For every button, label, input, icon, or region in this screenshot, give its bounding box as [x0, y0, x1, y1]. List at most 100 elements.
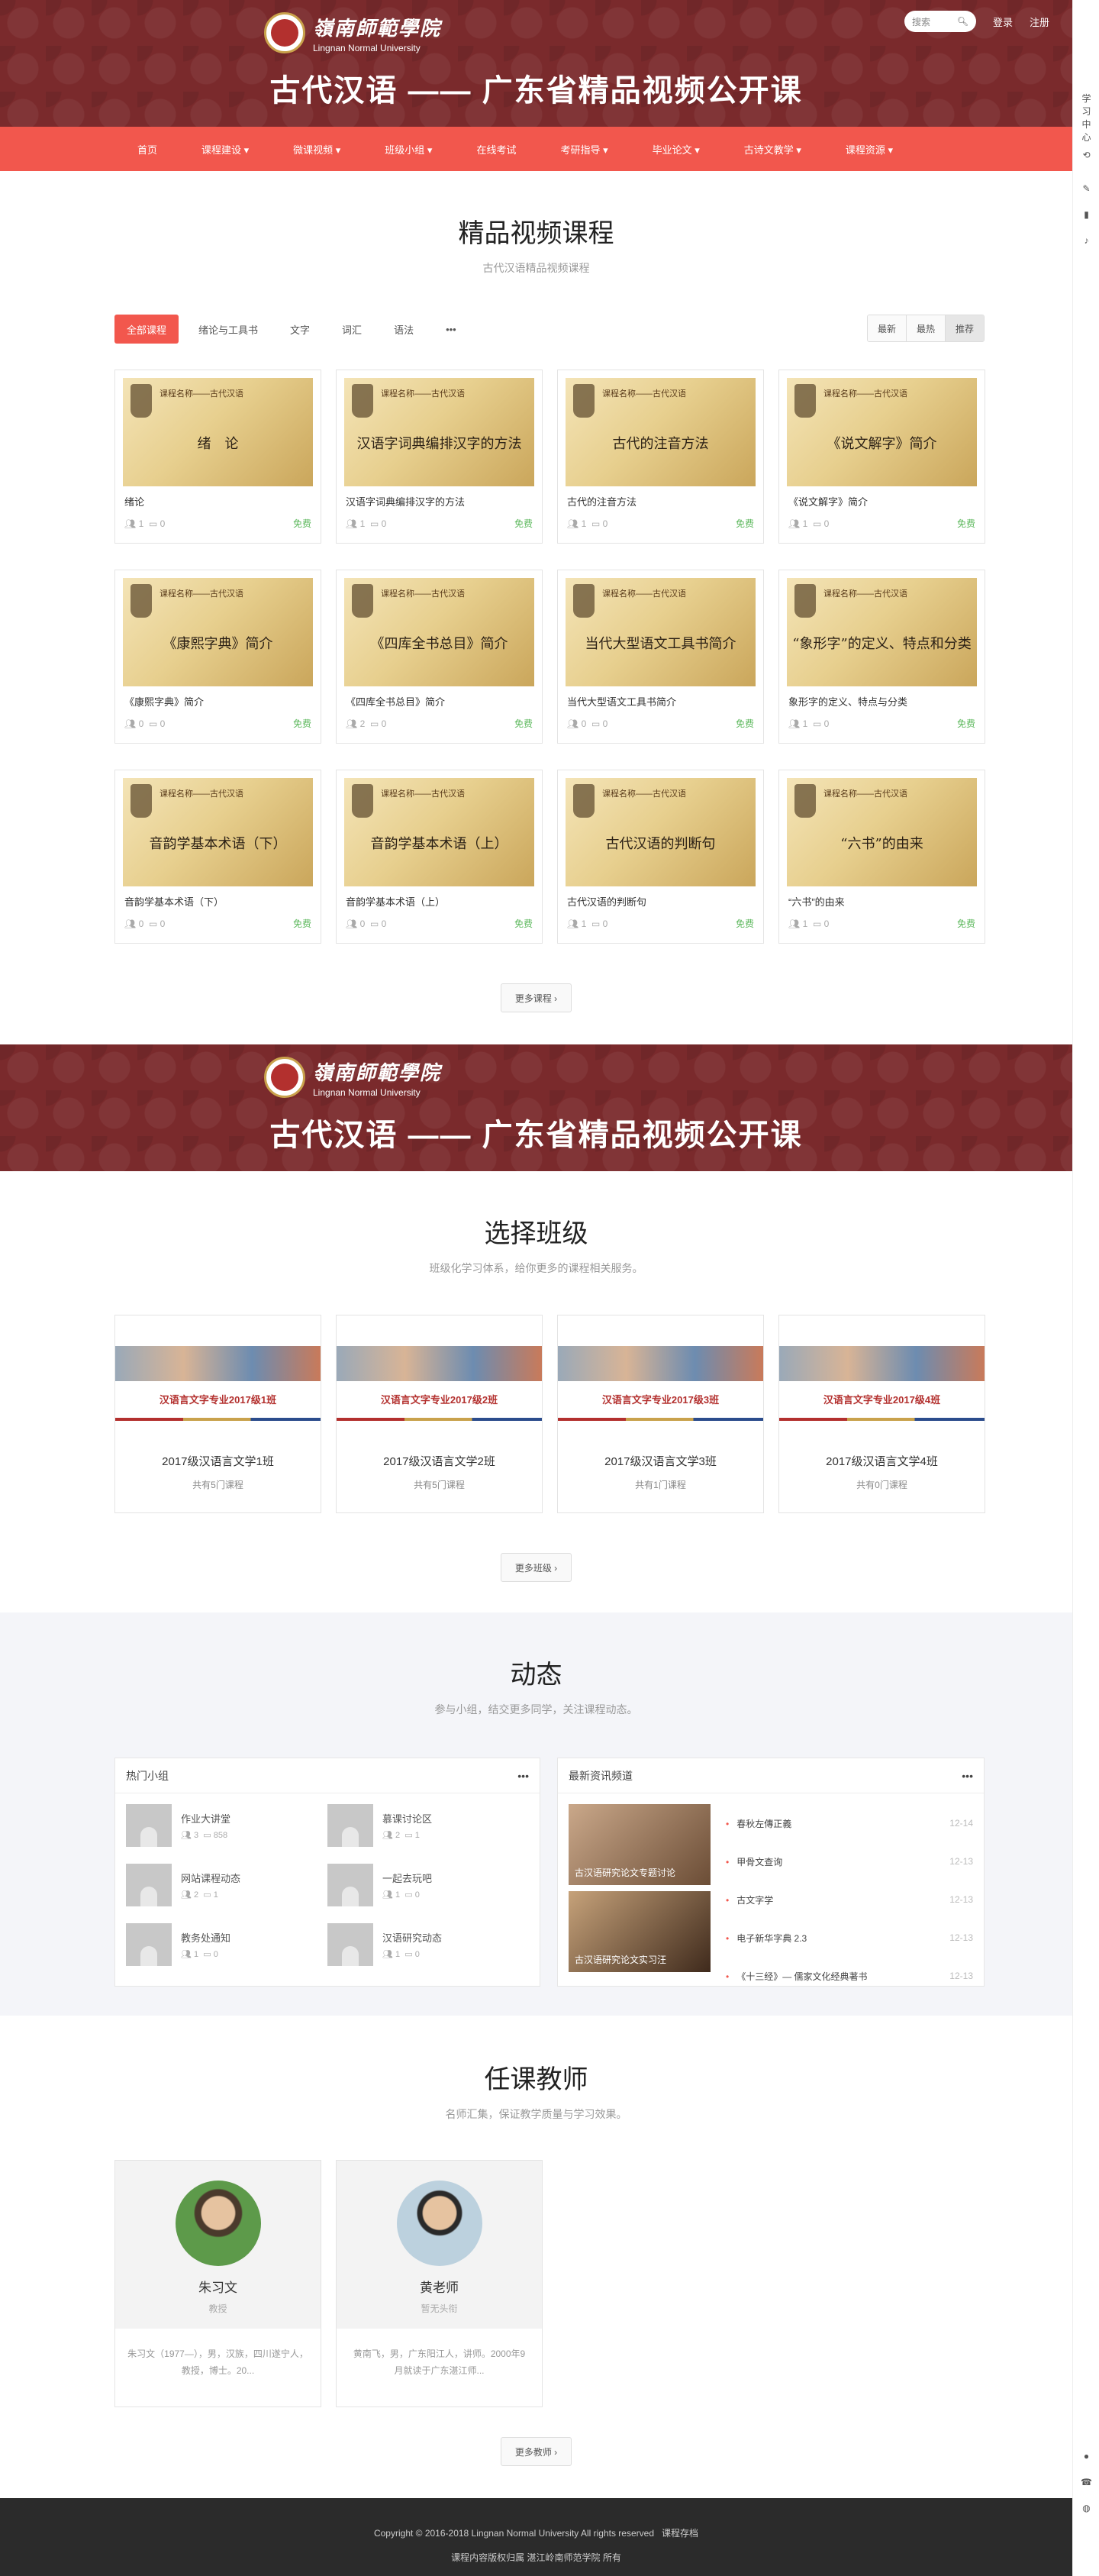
news-title[interactable]: 古文字学: [726, 1893, 773, 1906]
news-item[interactable]: 电子新华字典 2.3 12-13: [726, 1919, 973, 1957]
course-card[interactable]: 课程名称——古代汉语 古代汉语的判断句 古代汉语的判断句 👥︎ 1 ▭ 0 免费: [557, 770, 764, 944]
group-name[interactable]: 一起去玩吧: [382, 1871, 432, 1885]
course-thumbnail[interactable]: 课程名称——古代汉语 《四库全书总目》简介: [344, 578, 534, 686]
search-input[interactable]: 搜索 🔍︎: [904, 11, 976, 32]
sidebar-study-label[interactable]: 习: [1073, 105, 1099, 118]
course-card[interactable]: 课程名称——古代汉语 《康熙字典》简介 《康熙字典》简介 👥︎ 0 ▭ 0 免费: [114, 570, 321, 744]
nav-micro-video[interactable]: 微课视频 ▾: [293, 142, 340, 157]
history-icon[interactable]: ⟲: [1073, 150, 1099, 160]
course-card[interactable]: 课程名称——古代汉语 《说文解字》简介 《说文解字》简介 👥︎ 1 ▭ 0 免费: [778, 370, 985, 544]
class-card[interactable]: 汉语言文字专业2017级1班 2017级汉语言文学1班 共有5门课程: [114, 1315, 321, 1513]
class-name[interactable]: 2017级汉语言文学4班: [779, 1453, 985, 1469]
teacher-card[interactable]: 黄老师 暂无头衔 黄南飞，男，广东阳江人，讲师。2000年9月就读于广东湛江师...: [336, 2160, 543, 2407]
filter-grammar[interactable]: 语法: [382, 315, 426, 344]
nav-poetry-teaching[interactable]: 古诗文教学 ▾: [744, 142, 801, 157]
course-name[interactable]: 音韵学基本术语（下）: [115, 894, 321, 908]
more-icon[interactable]: •••: [517, 1770, 529, 1782]
news-image[interactable]: 古汉语研究论文专题讨论: [569, 1804, 711, 1885]
course-card[interactable]: 课程名称——古代汉语 “六书”的由来 “六书”的由来 👥︎ 1 ▭ 0 免费: [778, 770, 985, 944]
search-icon[interactable]: 🔍︎: [957, 16, 968, 27]
teacher-name[interactable]: 黄老师: [337, 2277, 542, 2296]
news-item[interactable]: 《十三经》— 儒家文化经典著书 12-13: [726, 1957, 973, 1995]
course-thumbnail[interactable]: 课程名称——古代汉语 古代的注音方法: [566, 378, 756, 486]
course-thumbnail[interactable]: 课程名称——古代汉语 《说文解字》简介: [787, 378, 977, 486]
more-courses-button[interactable]: 更多课程 ›: [500, 983, 572, 1012]
news-title[interactable]: 电子新华字典 2.3: [726, 1932, 807, 1945]
register-link[interactable]: 注册: [1030, 15, 1049, 29]
class-image[interactable]: 汉语言文字专业2017级1班: [115, 1315, 321, 1441]
course-thumbnail[interactable]: 课程名称——古代汉语 “六书”的由来: [787, 778, 977, 886]
sidebar-study-label[interactable]: 学: [1073, 92, 1099, 105]
group-item[interactable]: 网站课程动态 👥︎ 2 ▭ 1: [126, 1864, 327, 1906]
group-item[interactable]: 慕课讨论区 👥︎ 2 ▭ 1: [327, 1804, 529, 1847]
course-name[interactable]: 当代大型语文工具书简介: [558, 694, 763, 708]
course-thumbnail[interactable]: 课程名称——古代汉语 “象形字”的定义、特点和分类: [787, 578, 977, 686]
phone-icon[interactable]: ☎: [1073, 2477, 1099, 2487]
course-name[interactable]: 《说文解字》简介: [779, 494, 985, 508]
news-title[interactable]: 甲骨文查询: [726, 1855, 782, 1868]
group-item[interactable]: 汉语研究动态 👥︎ 1 ▭ 0: [327, 1923, 529, 1966]
school-logo[interactable]: 嶺南師範學院 Lingnan Normal University: [264, 12, 441, 53]
course-card[interactable]: 课程名称——古代汉语 古代的注音方法 古代的注音方法 👥︎ 1 ▭ 0 免费: [557, 370, 764, 544]
course-card[interactable]: 课程名称——古代汉语 “象形字”的定义、特点和分类 象形字的定义、特点与分类 👥︎…: [778, 570, 985, 744]
course-name[interactable]: 音韵学基本术语（上）: [337, 894, 542, 908]
nav-resources[interactable]: 课程资源 ▾: [846, 142, 893, 157]
course-card[interactable]: 课程名称——古代汉语绪 论 绪论 👥︎ 1 ▭ 0 免费: [114, 370, 321, 544]
class-image[interactable]: 汉语言文字专业2017级2班: [337, 1315, 542, 1441]
class-name[interactable]: 2017级汉语言文学3班: [558, 1453, 763, 1469]
class-name[interactable]: 2017级汉语言文学2班: [337, 1453, 542, 1469]
nav-class-group[interactable]: 班级小组 ▾: [385, 142, 432, 157]
bell-icon[interactable]: ♪: [1073, 235, 1099, 246]
support-icon[interactable]: ●: [1073, 2451, 1099, 2461]
course-card[interactable]: 课程名称——古代汉语 《四库全书总目》简介 《四库全书总目》简介 👥︎ 2 ▭ 0…: [336, 570, 543, 744]
nav-postgrad[interactable]: 考研指导 ▾: [560, 142, 608, 157]
group-name[interactable]: 作业大讲堂: [181, 1811, 230, 1825]
more-teachers-button[interactable]: 更多教师 ›: [500, 2437, 572, 2466]
course-thumbnail[interactable]: 课程名称——古代汉语 汉语字词典编排汉字的方法: [344, 378, 534, 486]
course-thumbnail[interactable]: 课程名称——古代汉语 古代汉语的判断句: [566, 778, 756, 886]
course-card[interactable]: 课程名称——古代汉语 音韵学基本术语（下） 音韵学基本术语（下） 👥︎ 0 ▭ 0…: [114, 770, 321, 944]
course-card[interactable]: 课程名称——古代汉语 音韵学基本术语（上） 音韵学基本术语（上） 👥︎ 0 ▭ 0…: [336, 770, 543, 944]
filter-characters[interactable]: 文字: [278, 315, 322, 344]
course-name[interactable]: 汉语字词典编排汉字的方法: [337, 494, 542, 508]
login-link[interactable]: 登录: [993, 15, 1013, 29]
group-name[interactable]: 慕课讨论区: [382, 1811, 432, 1825]
nav-online-exam[interactable]: 在线考试: [476, 142, 516, 157]
pencil-icon[interactable]: ✎: [1073, 183, 1099, 194]
news-title[interactable]: 《十三经》— 儒家文化经典著书: [726, 1970, 867, 1983]
nav-home[interactable]: 首页: [137, 142, 157, 157]
more-classes-button[interactable]: 更多班级 ›: [500, 1553, 572, 1582]
book-icon[interactable]: ▮: [1073, 209, 1099, 220]
class-name[interactable]: 2017级汉语言文学1班: [115, 1453, 321, 1469]
avatar[interactable]: [396, 2181, 482, 2266]
class-image[interactable]: 汉语言文字专业2017级4班: [779, 1315, 985, 1441]
sort-newest[interactable]: 最新: [867, 315, 906, 341]
group-name[interactable]: 汉语研究动态: [382, 1930, 442, 1945]
course-name[interactable]: 古代的注音方法: [558, 494, 763, 508]
chat-icon[interactable]: ◍: [1073, 2503, 1099, 2513]
filter-all[interactable]: 全部课程: [114, 315, 179, 344]
class-image[interactable]: 汉语言文字专业2017级3班: [558, 1315, 763, 1441]
sidebar-study-label[interactable]: 中: [1073, 118, 1099, 131]
group-name[interactable]: 网站课程动态: [181, 1871, 240, 1885]
class-card[interactable]: 汉语言文字专业2017级2班 2017级汉语言文学2班 共有5门课程: [336, 1315, 543, 1513]
group-item[interactable]: 教务处通知 👥︎ 1 ▭ 0: [126, 1923, 327, 1966]
news-item[interactable]: 古文字学 12-13: [726, 1880, 973, 1919]
news-image[interactable]: 古汉语研究论文实习汪: [569, 1891, 711, 1972]
group-item[interactable]: 作业大讲堂 👥︎ 3 ▭ 858: [126, 1804, 327, 1847]
course-name[interactable]: 绪论: [115, 494, 321, 508]
course-name[interactable]: 古代汉语的判断句: [558, 894, 763, 908]
sidebar-study-label[interactable]: 心: [1073, 131, 1099, 144]
group-name[interactable]: 教务处通知: [181, 1930, 230, 1945]
course-name[interactable]: 象形字的定义、特点与分类: [779, 694, 985, 708]
course-name[interactable]: “六书”的由来: [779, 894, 985, 908]
more-icon[interactable]: •••: [962, 1770, 973, 1782]
teacher-card[interactable]: 朱习文 教授 朱习文（1977—），男，汉族，四川遂宁人，教授，博士。20...: [114, 2160, 321, 2407]
course-card[interactable]: 课程名称——古代汉语 汉语字词典编排汉字的方法 汉语字词典编排汉字的方法 👥︎ 1…: [336, 370, 543, 544]
news-item[interactable]: 甲骨文查询 12-13: [726, 1842, 973, 1880]
filter-intro[interactable]: 绪论与工具书: [186, 315, 270, 344]
course-name[interactable]: 《康熙字典》简介: [115, 694, 321, 708]
avatar[interactable]: [175, 2181, 261, 2266]
course-thumbnail[interactable]: 课程名称——古代汉语 音韵学基本术语（上）: [344, 778, 534, 886]
course-thumbnail[interactable]: 课程名称——古代汉语 当代大型语文工具书简介: [566, 578, 756, 686]
